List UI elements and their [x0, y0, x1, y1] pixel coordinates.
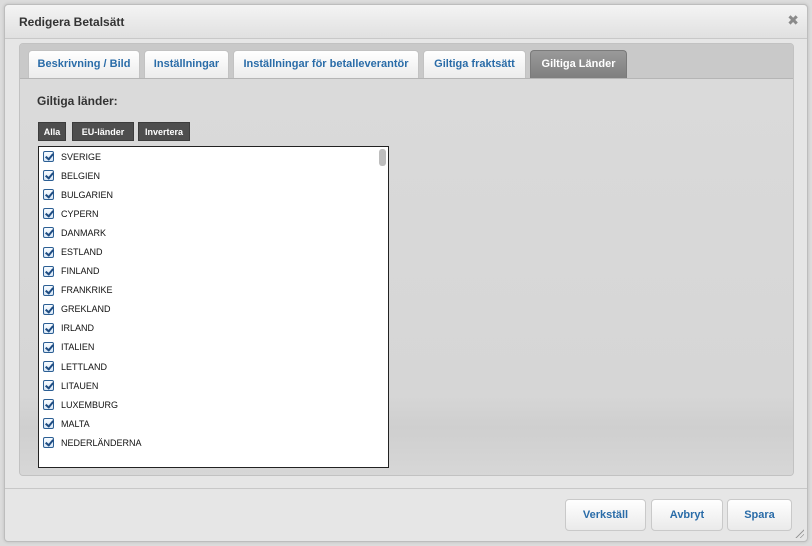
- tab-provider-settings[interactable]: Inställningar för betalleverantör: [233, 50, 419, 78]
- list-item[interactable]: ITALIEN: [39, 338, 388, 357]
- apply-button[interactable]: Verkställ: [565, 499, 646, 531]
- country-label: MALTA: [61, 418, 90, 429]
- checkbox-icon[interactable]: [43, 399, 54, 411]
- list-item[interactable]: BULGARIEN: [39, 185, 388, 204]
- list-item[interactable]: SVERIGE: [39, 147, 388, 166]
- tab-settings[interactable]: Inställningar: [144, 50, 229, 78]
- checkbox-icon[interactable]: [43, 208, 54, 220]
- footer-divider: [5, 488, 807, 489]
- invert-button[interactable]: Invertera: [138, 122, 190, 141]
- country-label: FINLAND: [61, 266, 100, 277]
- country-label: ESTLAND: [61, 247, 103, 258]
- country-label: GREKLAND: [61, 304, 111, 315]
- list-item[interactable]: IRLAND: [39, 319, 388, 338]
- edit-payment-dialog: Redigera Betalsätt ✖ Beskrivning / Bild …: [4, 4, 808, 542]
- checkbox-icon[interactable]: [43, 303, 54, 315]
- title-bar[interactable]: Redigera Betalsätt ✖: [5, 5, 807, 39]
- tab-description-image[interactable]: Beskrivning / Bild: [28, 50, 140, 78]
- cancel-button[interactable]: Avbryt: [651, 499, 723, 531]
- country-label: BELGIEN: [61, 170, 101, 181]
- list-item[interactable]: CYPERN: [39, 204, 388, 223]
- checkbox-icon[interactable]: [43, 361, 54, 373]
- country-label: LETTLAND: [61, 361, 108, 372]
- tab-content: Giltiga länder: Alla EU-länder Invertera…: [20, 79, 793, 475]
- list-item[interactable]: DANMARK: [39, 223, 388, 242]
- checkbox-icon[interactable]: [43, 341, 54, 353]
- country-label: IRLAND: [61, 323, 95, 334]
- tab-valid-shipping[interactable]: Giltiga fraktsätt: [423, 50, 526, 78]
- resize-grip-icon[interactable]: [794, 528, 804, 538]
- list-item[interactable]: ESTLAND: [39, 242, 388, 261]
- checkbox-icon[interactable]: [43, 189, 54, 201]
- country-label: BULGARIEN: [61, 189, 114, 200]
- tab-bar: Beskrivning / Bild Inställningar Inställ…: [20, 44, 793, 79]
- checkbox-icon[interactable]: [43, 284, 54, 296]
- checkbox-icon[interactable]: [43, 246, 54, 258]
- dialog-title: Redigera Betalsätt: [19, 15, 125, 29]
- country-label: ITALIEN: [61, 342, 95, 353]
- checkbox-icon[interactable]: [43, 437, 54, 449]
- list-item[interactable]: FINLAND: [39, 262, 388, 281]
- country-label: LITAUEN: [61, 380, 99, 391]
- checkbox-icon[interactable]: [43, 380, 54, 392]
- save-button[interactable]: Spara: [727, 499, 792, 531]
- section-title: Giltiga länder:: [37, 94, 118, 108]
- list-item[interactable]: NEDERLÄNDERNA: [39, 433, 388, 452]
- checkbox-icon[interactable]: [43, 151, 54, 163]
- checkbox-icon[interactable]: [43, 322, 54, 334]
- checkbox-icon[interactable]: [43, 170, 54, 182]
- close-icon[interactable]: ✖: [787, 12, 799, 29]
- list-item[interactable]: LUXEMBURG: [39, 395, 388, 414]
- country-label: FRANKRIKE: [61, 285, 113, 296]
- list-item[interactable]: LETTLAND: [39, 357, 388, 376]
- checkbox-icon[interactable]: [43, 227, 54, 239]
- country-label: NEDERLÄNDERNA: [61, 437, 142, 448]
- list-scrollbar[interactable]: [379, 149, 386, 166]
- list-item[interactable]: GREKLAND: [39, 300, 388, 319]
- checkbox-icon[interactable]: [43, 265, 54, 277]
- country-label: SVERIGE: [61, 151, 102, 162]
- country-label: CYPERN: [61, 208, 99, 219]
- tab-valid-countries[interactable]: Giltiga Länder: [530, 50, 627, 78]
- checkbox-icon[interactable]: [43, 418, 54, 430]
- list-item[interactable]: BELGIEN: [39, 166, 388, 185]
- eu-countries-button[interactable]: EU-länder: [72, 122, 134, 141]
- tab-panel: Beskrivning / Bild Inställningar Inställ…: [19, 43, 794, 476]
- list-item[interactable]: LITAUEN: [39, 376, 388, 395]
- country-label: LUXEMBURG: [61, 399, 119, 410]
- select-all-button[interactable]: Alla: [38, 122, 66, 141]
- list-item[interactable]: FRANKRIKE: [39, 281, 388, 300]
- list-item[interactable]: MALTA: [39, 414, 388, 433]
- country-label: DANMARK: [61, 227, 107, 238]
- country-list[interactable]: SVERIGE BELGIEN BULGARIEN CYPERN DANMARK ESTL…: [38, 146, 389, 468]
